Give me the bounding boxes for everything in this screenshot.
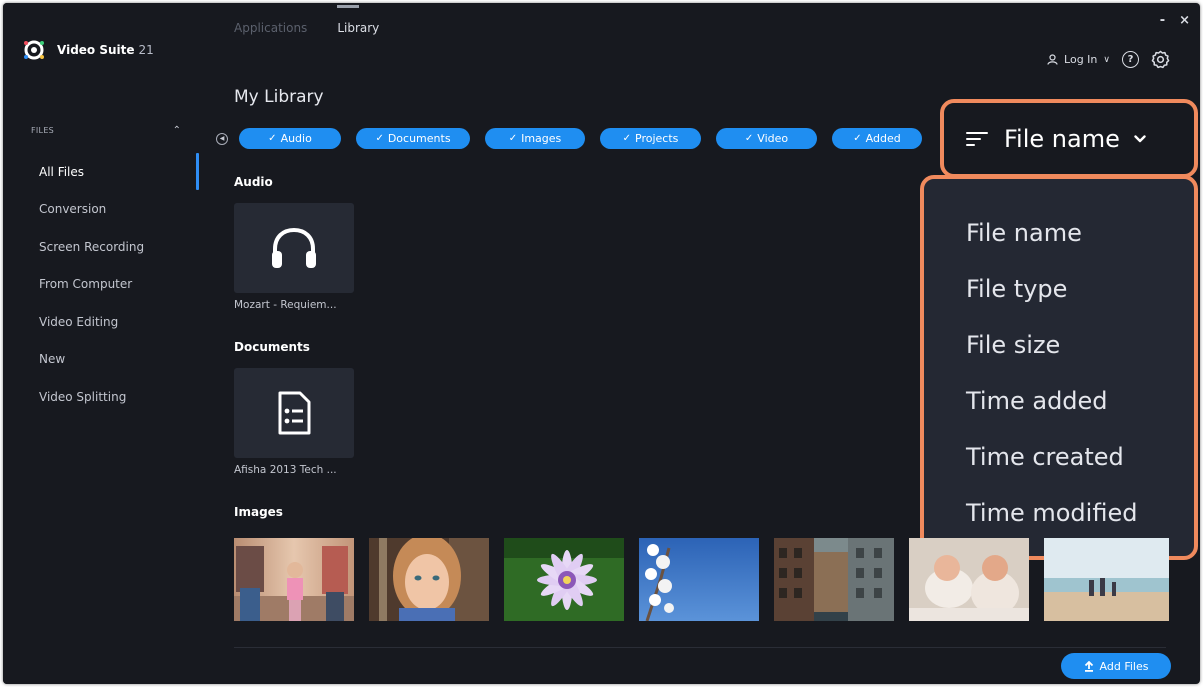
sidebar-item-label: Conversion — [39, 202, 107, 217]
sidebar-item-label: From Computer — [39, 277, 133, 292]
user-icon — [1047, 54, 1058, 65]
sidebar-item-conversion[interactable]: Conversion — [3, 191, 203, 229]
divider — [234, 647, 1166, 648]
app-name: Video Suite — [57, 43, 135, 57]
sidebar-item-video-editing[interactable]: Video Editing — [3, 303, 203, 341]
sidebar-item-label: Video Splitting — [39, 389, 127, 404]
sort-dropdown-button[interactable]: File name — [940, 99, 1198, 178]
chevron-down-icon — [1134, 134, 1146, 142]
check-icon: ✓ — [853, 133, 862, 144]
check-icon: ✓ — [744, 133, 754, 144]
login-button[interactable]: Log In ∨ — [1047, 53, 1110, 66]
top-tabs: Applications Library — [234, 5, 379, 35]
sort-icon — [966, 131, 988, 147]
page-title: My Library — [234, 87, 324, 107]
chevron-up-icon[interactable]: ⌃ — [173, 125, 181, 136]
filter-chip-label: Video — [757, 132, 789, 145]
document-file-tile[interactable] — [234, 368, 354, 458]
sort-option-file-type[interactable]: File type — [966, 267, 1194, 323]
filter-chip-label: Images — [521, 132, 562, 145]
filter-chip-projects[interactable]: ✓ Projects — [600, 128, 701, 149]
sort-option-file-name[interactable]: File name — [966, 211, 1194, 267]
upload-icon — [1084, 660, 1093, 672]
sidebar-item-label: Screen Recording — [39, 239, 145, 254]
scroll-left-icon[interactable]: ◀ — [216, 132, 228, 145]
sidebar-item-new[interactable]: New — [3, 341, 203, 379]
document-icon — [278, 391, 311, 435]
app-logo: Video Suite 21 — [23, 39, 154, 61]
audio-file-name: Mozart - Requiem... — [234, 299, 337, 311]
sort-option-time-created[interactable]: Time created — [966, 435, 1194, 491]
app-logo-icon — [24, 40, 44, 60]
check-icon: ✓ — [268, 133, 277, 144]
files-section-label: FILES — [31, 126, 55, 135]
check-icon: ✓ — [375, 133, 384, 144]
document-file-name: Afisha 2013 Tech ... — [234, 464, 337, 476]
filter-bar: ◀ ✓ Audio ✓ Documents ✓ Images ✓ Projects ✓ V… — [216, 128, 937, 149]
image-thumbnail[interactable] — [504, 538, 624, 621]
check-icon: ✓ — [622, 133, 631, 144]
image-thumbnail[interactable] — [1044, 538, 1169, 621]
sidebar-item-screen-recording[interactable]: Screen Recording — [3, 228, 203, 266]
gear-icon[interactable] — [1151, 50, 1170, 69]
filter-chip-images[interactable]: ✓ Images — [485, 128, 585, 149]
window-controls: - × — [1160, 13, 1190, 28]
add-files-button[interactable]: Add Files — [1061, 653, 1171, 679]
section-title-images: Images — [234, 505, 283, 519]
sidebar-nav: All Files Conversion Screen Recording Fr… — [3, 153, 203, 416]
tab-applications[interactable]: Applications — [234, 21, 307, 35]
filter-chip-label: Documents — [387, 132, 451, 145]
tab-library[interactable]: Library — [337, 5, 379, 35]
filter-chip-label: Projects — [635, 132, 679, 145]
sidebar-item-from-computer[interactable]: From Computer — [3, 266, 203, 304]
sort-option-time-added[interactable]: Time added — [966, 379, 1194, 435]
app-window: Video Suite 21 FILES ⌃ All Files Convers… — [3, 3, 1200, 684]
audio-file-tile[interactable] — [234, 203, 354, 293]
sidebar: Video Suite 21 FILES ⌃ All Files Convers… — [3, 3, 203, 684]
image-thumbnail[interactable] — [234, 538, 354, 621]
filter-chip-audio[interactable]: ✓ Audio — [239, 128, 341, 149]
sort-dropdown-menu: File name File type File size Time added… — [920, 175, 1198, 560]
filter-chip-video[interactable]: ✓ Video — [716, 128, 817, 149]
filter-chip-label: Audio — [280, 132, 312, 145]
login-label: Log In — [1064, 53, 1098, 66]
sidebar-item-label: New — [39, 352, 66, 367]
sort-option-file-size[interactable]: File size — [966, 323, 1194, 379]
minimize-button[interactable]: - — [1160, 13, 1165, 28]
sort-selected-label: File name — [1004, 124, 1120, 153]
image-thumbnail[interactable] — [774, 538, 894, 621]
headphones-icon — [272, 227, 316, 268]
sidebar-item-video-splitting[interactable]: Video Splitting — [3, 378, 203, 416]
section-title-documents: Documents — [234, 340, 310, 354]
help-icon[interactable]: ? — [1122, 51, 1139, 68]
app-version: 21 — [138, 43, 154, 57]
section-title-audio: Audio — [234, 175, 273, 189]
image-thumbnail[interactable] — [369, 538, 489, 621]
sidebar-item-label: All Files — [39, 164, 85, 179]
filter-chip-documents[interactable]: ✓ Documents — [356, 128, 470, 149]
add-files-label: Add Files — [1099, 659, 1149, 673]
sidebar-item-all-files[interactable]: All Files — [3, 153, 203, 191]
check-icon: ✓ — [508, 133, 518, 144]
sidebar-item-label: Video Editing — [39, 314, 119, 329]
image-thumbnail[interactable] — [909, 538, 1029, 621]
files-section-header[interactable]: FILES ⌃ — [31, 125, 181, 136]
image-thumbnail[interactable] — [639, 538, 759, 621]
filter-chip-added[interactable]: ✓ Added — [832, 128, 922, 149]
close-button[interactable]: × — [1179, 13, 1190, 28]
chevron-down-icon: ∨ — [1103, 54, 1110, 65]
filter-chip-label: Added — [865, 132, 901, 145]
user-bar: Log In ∨ ? — [1047, 50, 1170, 69]
